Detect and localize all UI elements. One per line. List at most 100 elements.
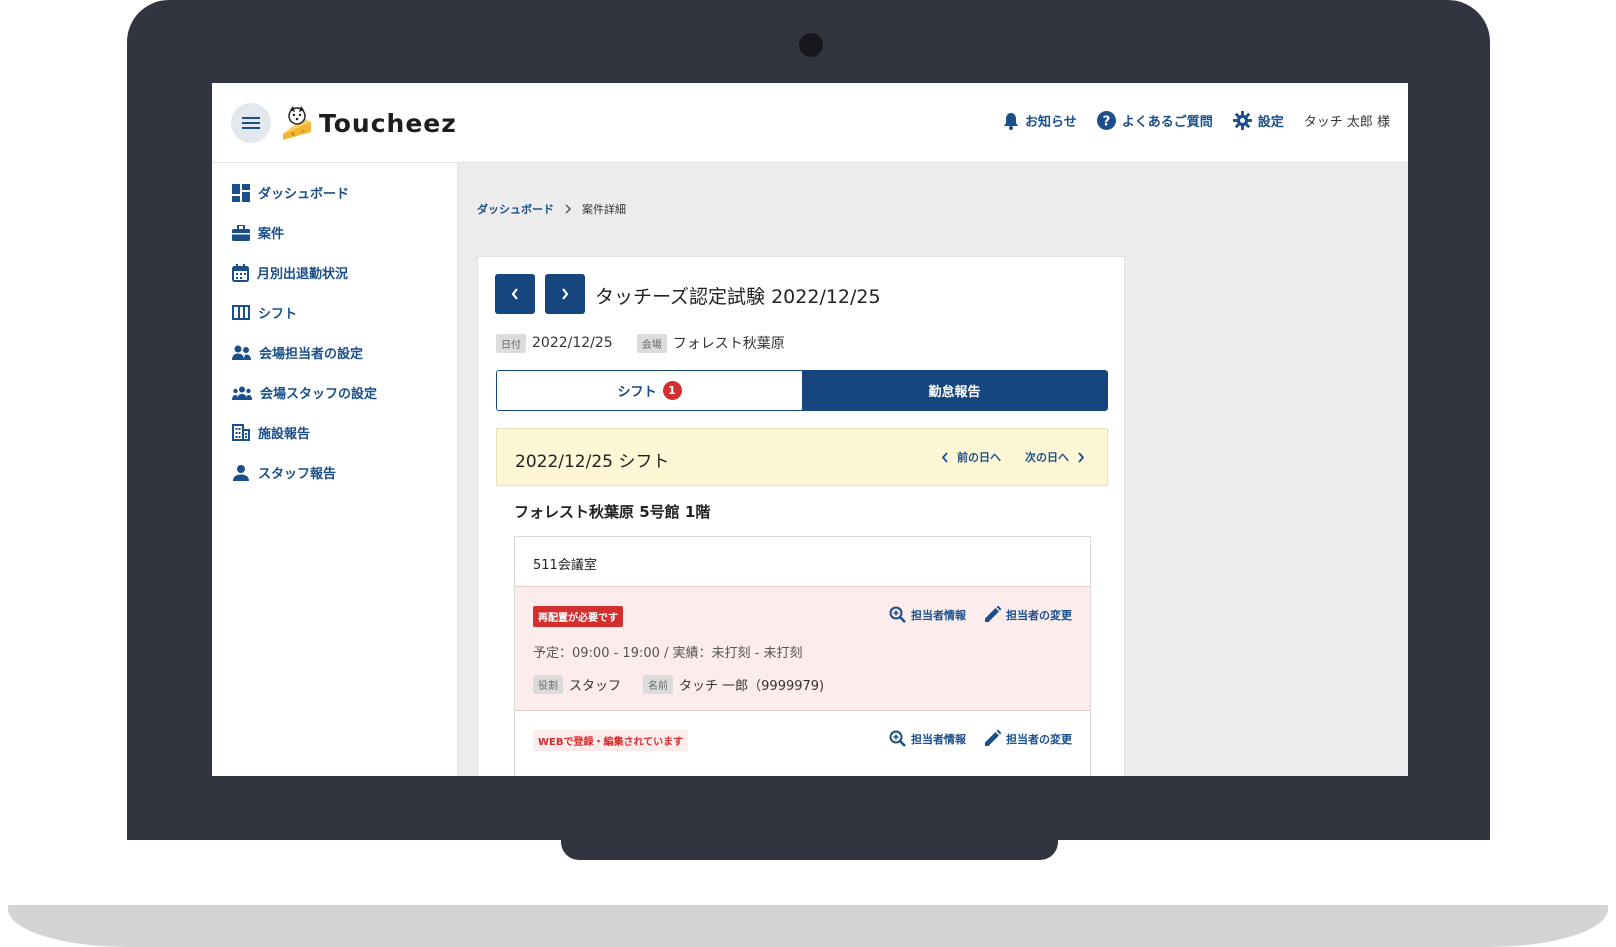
date-value: 2022/12/25 [532,335,613,351]
project-title: タッチーズ認定試験 2022/12/25 [595,286,881,308]
sidebar-item-shift[interactable]: シフト [232,303,297,322]
breadcrumb-home-link[interactable]: ダッシュボード [477,201,554,217]
help-icon: ? [1096,111,1116,130]
sidebar-item-projects[interactable]: 案件 [232,223,284,242]
faq-link[interactable]: ? よくあるご質問 [1096,111,1213,130]
chevron-left-icon [941,451,948,463]
sidebar-item-facility-report[interactable]: 施設報告 [232,423,310,442]
chevron-right-icon [1078,451,1085,463]
pencil-icon [985,606,1001,622]
zoom-in-icon [889,730,906,747]
schedule-text: 予定：09:00 - 19:00 / 実績：未打刻 - 未打刻 [533,646,803,661]
change-staff-label: 担当者の変更 [1006,732,1072,746]
sidebar-item-venue-staff[interactable]: 会場スタッフの設定 [232,383,377,402]
sidebar-item-staff-report[interactable]: スタッフ報告 [232,463,336,482]
tab-shift-label: シフト [617,385,657,400]
user-name[interactable]: タッチ 太郎 様 [1304,111,1390,130]
role-value: スタッフ [569,679,622,694]
staff-info-label: 担当者情報 [911,732,966,746]
shift-title: 2022/12/25 シフト [515,452,670,472]
laptop-hinge [561,836,1058,860]
gear-icon [1232,111,1252,130]
calendar-icon [232,263,249,282]
dashboard-icon [232,183,250,202]
tab-shift-badge: 1 [662,381,682,400]
status-badge: WEBで登録・編集されています [533,730,689,751]
sidebar-item-dashboard[interactable]: ダッシュボード [232,183,349,202]
cheese-dog-logo-icon [283,106,311,140]
venue-tag: 会場 [636,333,667,353]
notifications-label: お知らせ [1024,115,1077,130]
room-box: 511会議室 再配置が必要です 担当者情報 担当者の変更 予定：09:00 - … [514,536,1091,776]
people-icon [232,345,251,360]
person-icon [233,464,249,481]
name-value: タッチ 一郎（9999979) [679,679,825,694]
chevron-right-icon [562,288,569,300]
shift-header: 2022/12/25 シフト 前の日へ 次の日へ [496,428,1108,486]
venue-floor: フォレスト秋葉原 5号館 1階 [514,503,711,521]
staff-details: 役割 スタッフ 名前 タッチ 一郎（9999979) [533,675,824,694]
change-staff-link[interactable]: 担当者の変更 [984,606,1072,623]
sidebar-item-label: シフト [258,307,298,322]
logo-text: Toucheez [319,108,457,138]
staff-row-alert: 再配置が必要です 担当者情報 担当者の変更 予定：09:00 - 19:00 /… [515,586,1090,711]
staff-info-link[interactable]: 担当者情報 [889,606,966,623]
hamburger-icon [242,117,260,129]
camera-icon [799,33,823,57]
menu-button[interactable] [231,103,271,143]
next-project-button[interactable] [545,274,585,314]
date-tag: 日付 [496,333,526,353]
bell-icon [1003,112,1018,130]
header-links: お知らせ ? よくあるご質問 設定 タッチ 太郎 様 [1003,111,1390,130]
breadcrumb: ダッシュボード 案件詳細 [477,201,626,217]
sidebar-item-label: 案件 [258,227,285,242]
settings-label: 設定 [1257,115,1284,130]
breadcrumb-current: 案件詳細 [582,203,626,216]
tab-attendance-report[interactable]: 勤怠報告 [802,371,1107,410]
detail-tabs: シフト 1 勤怠報告 [496,370,1108,411]
prev-day-link[interactable]: 前の日へ [957,449,1001,465]
notifications-link[interactable]: お知らせ [1003,111,1077,130]
svg-text:?: ? [1102,114,1110,129]
briefcase-icon [232,224,250,241]
change-staff-link[interactable]: 担当者の変更 [984,730,1072,747]
columns-icon [232,305,250,320]
chevron-right-icon [565,204,572,214]
top-bar: Toucheez お知らせ ? よくあるご質問 設定 タッチ 太郎 様 [212,83,1408,163]
sidebar-item-venue-managers[interactable]: 会場担当者の設定 [232,343,363,362]
group-icon [232,386,252,400]
sidebar-item-label: 会場スタッフの設定 [260,387,378,402]
zoom-in-icon [889,606,906,623]
sidebar-item-label: ダッシュボード [258,187,350,202]
venue-value: フォレスト秋葉原 [672,336,785,352]
building-icon [232,424,250,441]
next-day-link[interactable]: 次の日へ [1025,449,1069,465]
laptop-base [8,905,1608,947]
row-actions: 担当者情報 担当者の変更 [889,606,1072,623]
pencil-icon [985,730,1001,746]
row-actions: 担当者情報 担当者の変更 [889,730,1072,747]
change-staff-label: 担当者の変更 [1006,608,1072,622]
room-name: 511会議室 [533,558,597,573]
role-tag: 役割 [533,675,563,694]
sidebar: ダッシュボード 案件 月別出退勤状況 シフト 会場担当者の設定 会場スタッフの設… [212,163,458,776]
tab-shift[interactable]: シフト 1 [497,371,802,410]
sidebar-item-label: 会場担当者の設定 [259,347,364,362]
screen: Toucheez お知らせ ? よくあるご質問 設定 タッチ 太郎 様 ダッシュ… [212,83,1408,776]
main-content: ダッシュボード 案件詳細 タッチーズ認定試験 2022/12/25 日付 202… [458,163,1408,776]
tab-report-label: 勤怠報告 [928,385,981,400]
prev-project-button[interactable] [495,274,535,314]
sidebar-item-label: 月別出退勤状況 [257,267,349,282]
staff-info-link[interactable]: 担当者情報 [889,730,966,747]
sidebar-item-attendance[interactable]: 月別出退勤状況 [232,263,348,282]
faq-label: よくあるご質問 [1121,115,1213,130]
name-tag: 名前 [643,675,674,694]
sidebar-item-label: スタッフ報告 [258,467,337,482]
logo[interactable]: Toucheez [281,102,457,144]
status-badge: 再配置が必要です [533,606,623,627]
chevron-left-icon [511,288,518,300]
staff-info-label: 担当者情報 [911,608,966,622]
project-meta: 日付 2022/12/25 会場 フォレスト秋葉原 [496,333,785,353]
sidebar-item-label: 施設報告 [258,427,311,442]
settings-link[interactable]: 設定 [1232,111,1284,130]
